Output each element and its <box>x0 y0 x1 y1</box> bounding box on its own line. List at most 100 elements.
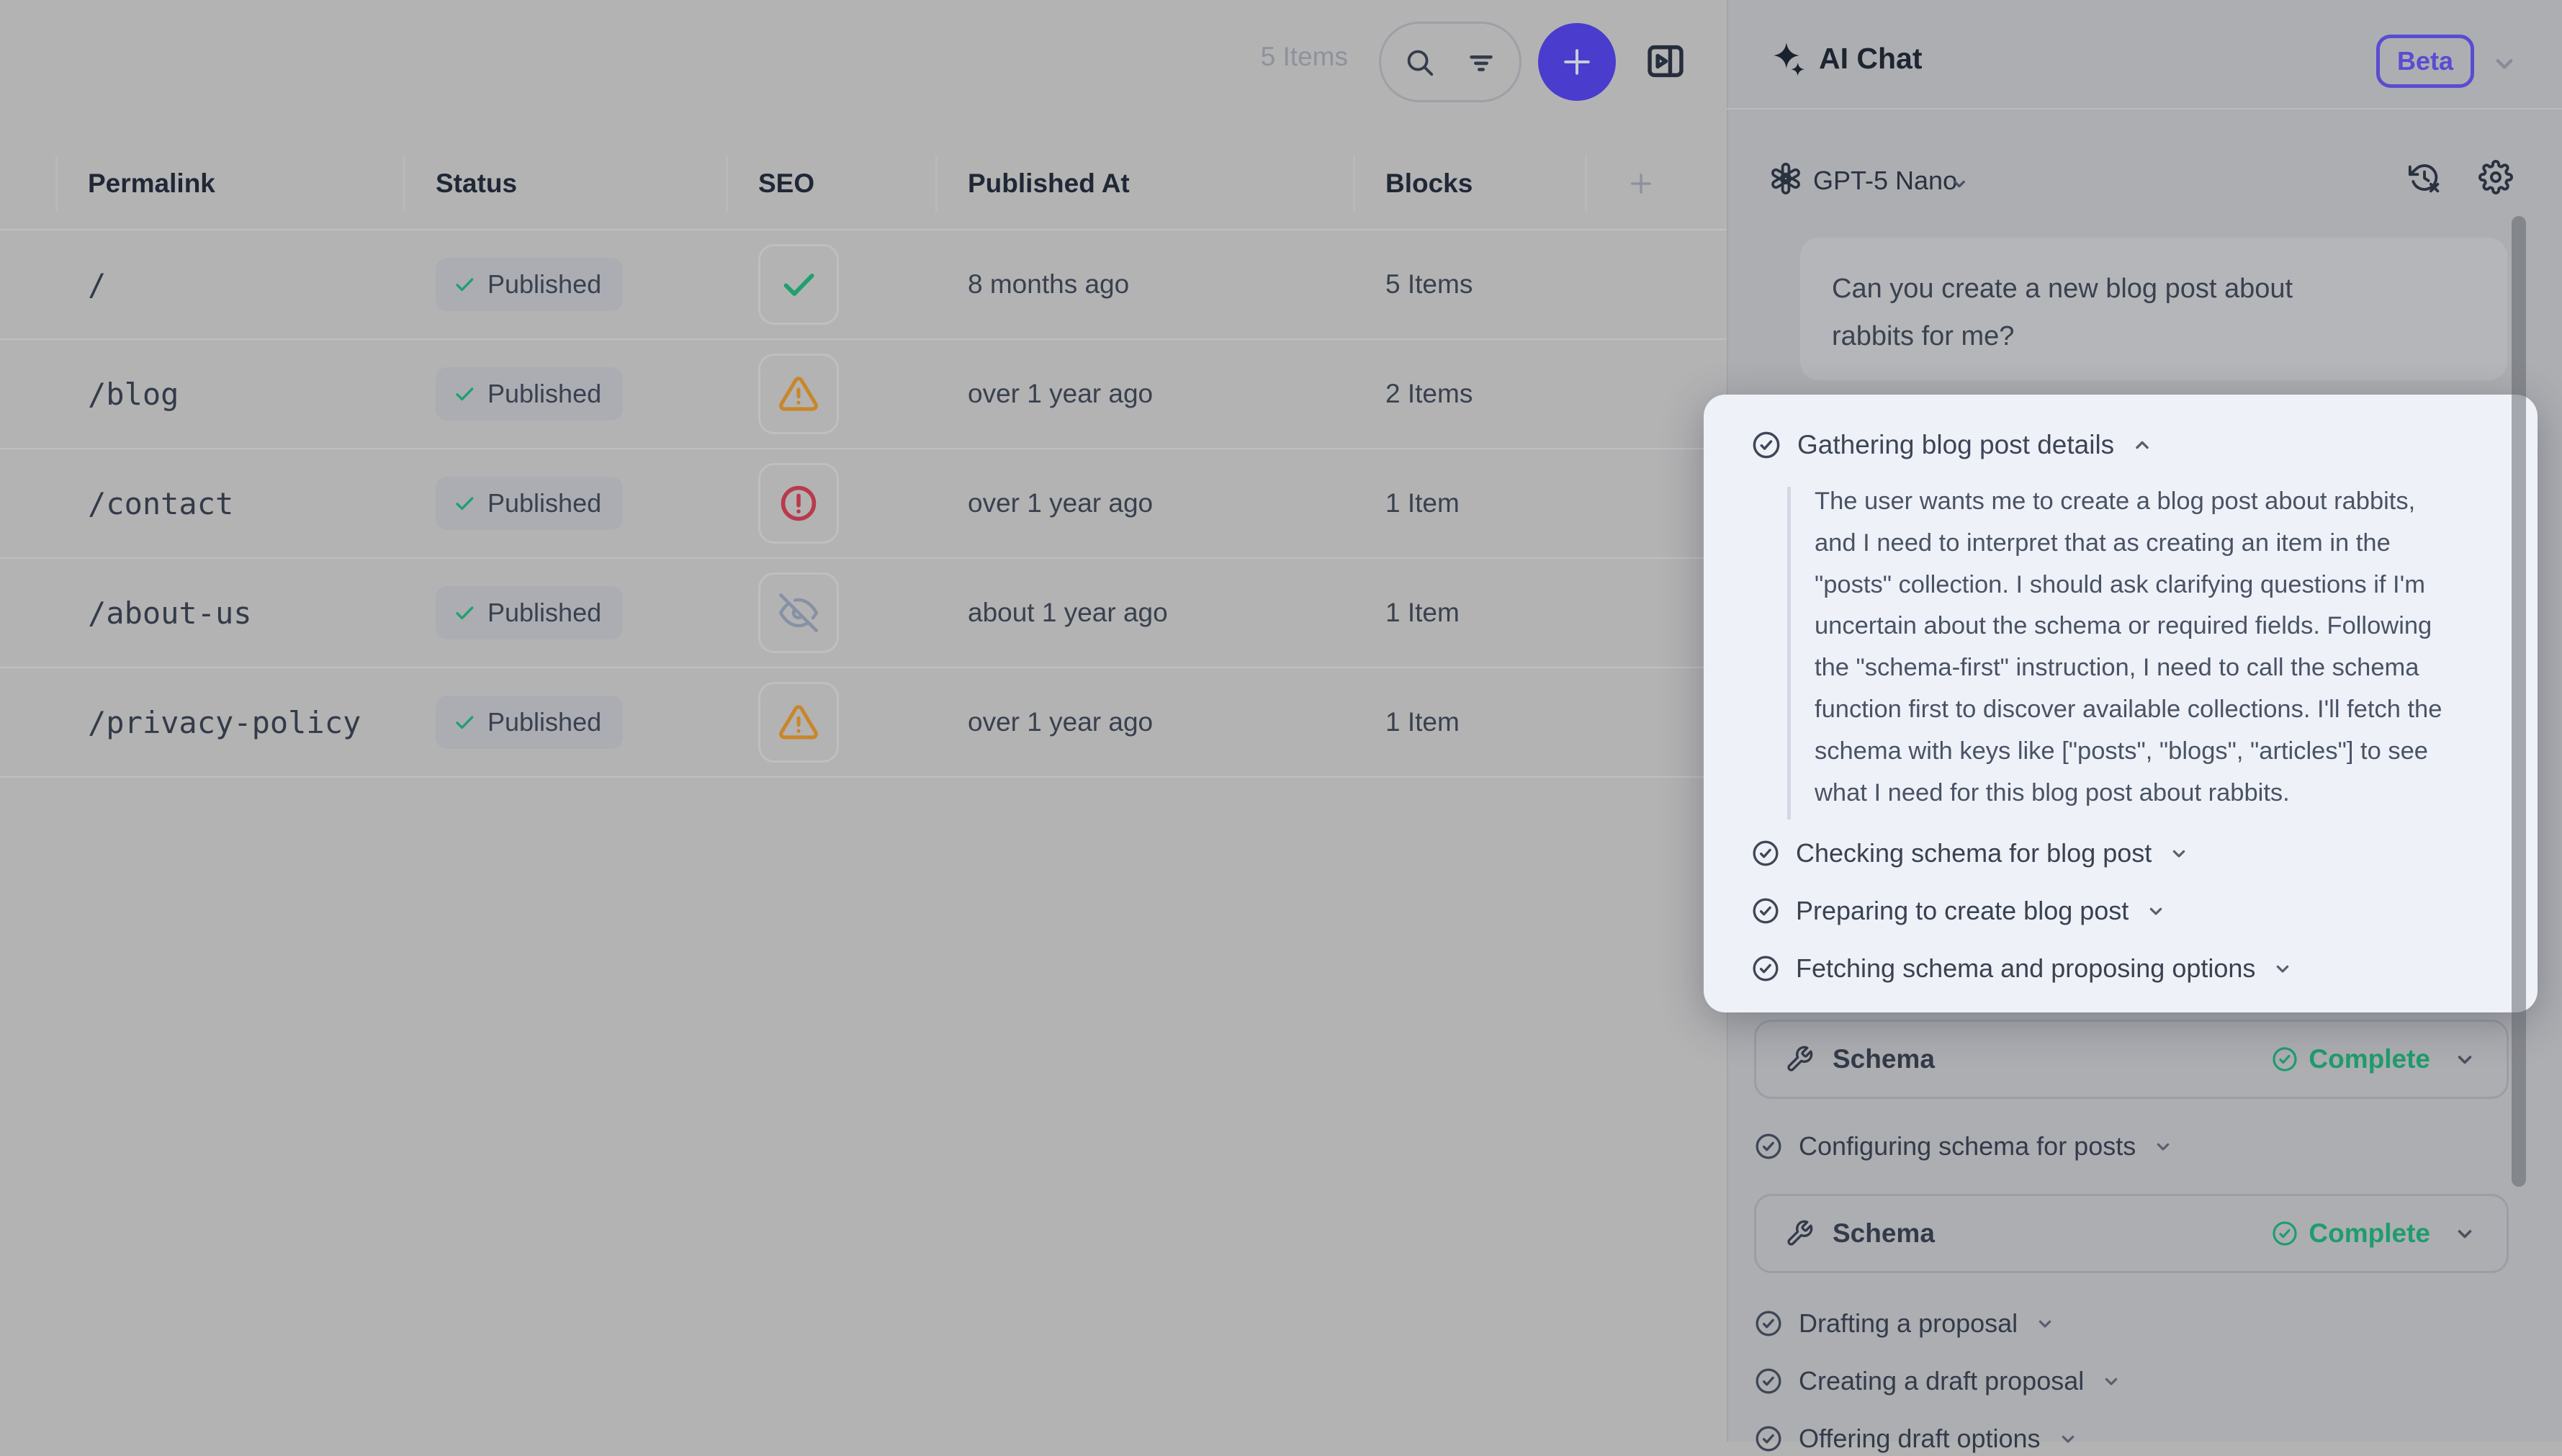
thinking-step-label: Drafting a proposal <box>1799 1308 2018 1339</box>
thinking-step-label: Fetching schema and proposing options <box>1796 953 2255 984</box>
model-selector[interactable]: GPT-5 Nano <box>1813 166 1957 196</box>
check-icon <box>453 492 476 515</box>
blocks-count: 5 Items <box>1385 269 1473 300</box>
alert-circle-icon <box>778 483 819 523</box>
search-button[interactable] <box>1403 45 1436 78</box>
clear-history-button[interactable] <box>2408 161 2441 194</box>
thinking-step-label: Configuring schema for posts <box>1799 1131 2136 1161</box>
seo-status-button[interactable] <box>758 244 839 325</box>
thinking-step-collapsed[interactable]: Checking schema for blog post <box>1751 836 2190 871</box>
check-icon <box>453 273 476 296</box>
permalink-value: /privacy-policy <box>88 705 361 740</box>
table-row[interactable]: /contact Published over 1 year ago 1 Ite… <box>0 448 1734 557</box>
chevron-down-icon <box>2152 1135 2175 1158</box>
thinking-step-collapsed[interactable]: Fetching schema and proposing options <box>1751 951 2294 986</box>
status-badge: Published <box>436 586 623 639</box>
table-row[interactable]: /about-us Published about 1 year ago 1 I… <box>0 557 1734 667</box>
permalink-value: / <box>88 267 106 302</box>
blocks-count: 2 Items <box>1385 379 1473 409</box>
blocks-count: 1 Item <box>1385 707 1460 737</box>
thinking-step-collapsed[interactable]: Configuring schema for posts <box>1754 1129 2175 1164</box>
gear-icon <box>2478 160 2513 194</box>
status-badge: Published <box>436 696 623 749</box>
published-at-value: about 1 year ago <box>968 598 1168 628</box>
thinking-step-expanded[interactable]: Gathering blog post details <box>1751 428 2154 462</box>
open-panel-icon <box>1643 39 1688 84</box>
check-circle-icon <box>1754 1132 1783 1161</box>
status-badge: Published <box>436 367 623 421</box>
seo-status-button[interactable] <box>758 572 839 653</box>
beta-badge: Beta <box>2376 35 2474 88</box>
tool-status: Complete <box>2271 1044 2430 1074</box>
tool-name: Schema <box>1833 1044 1935 1074</box>
chevron-down-icon <box>2144 899 2167 922</box>
seo-status-button[interactable] <box>758 354 839 434</box>
chevron-down-icon <box>2167 842 2190 865</box>
check-circle-icon <box>1754 1309 1783 1338</box>
column-header-status[interactable]: Status <box>404 145 727 222</box>
check-circle-icon <box>1751 430 1781 460</box>
add-column-button[interactable] <box>1586 145 1678 222</box>
seo-status-button[interactable] <box>758 682 839 763</box>
thinking-step-collapsed[interactable]: Drafting a proposal <box>1754 1306 2057 1341</box>
blocks-count: 1 Item <box>1385 598 1460 628</box>
plus-icon <box>1626 168 1656 199</box>
toggle-side-panel-button[interactable] <box>1643 39 1688 84</box>
check-circle-icon <box>2271 1046 2298 1073</box>
chevron-down-icon <box>2057 1427 2080 1450</box>
chevron-down-icon <box>2271 957 2294 980</box>
tool-call-schema[interactable]: Schema Complete <box>1754 1020 2509 1099</box>
chevron-down-icon <box>2452 1046 2478 1072</box>
tool-status: Complete <box>2271 1218 2430 1249</box>
plus-icon <box>1558 42 1596 81</box>
chevron-down-icon <box>2489 48 2520 79</box>
chevron-down-icon <box>2100 1370 2123 1393</box>
permalink-value: /about-us <box>88 596 252 631</box>
check-icon <box>453 601 476 624</box>
table-row[interactable]: /blog Published over 1 year ago 2 Items <box>0 338 1734 448</box>
thinking-step-collapsed[interactable]: Creating a draft proposal <box>1754 1364 2123 1398</box>
chevron-down-icon <box>2033 1312 2057 1335</box>
status-badge: Published <box>436 477 623 530</box>
collapse-chat-button[interactable] <box>2489 48 2520 79</box>
published-at-value: over 1 year ago <box>968 488 1153 518</box>
table-row[interactable]: / Published 8 months ago 5 Items <box>0 229 1734 338</box>
search-filter-group <box>1379 22 1522 102</box>
tool-call-schema[interactable]: Schema Complete <box>1754 1194 2509 1273</box>
history-clear-icon <box>2408 161 2441 194</box>
check-circle-icon <box>1751 954 1780 983</box>
chat-settings-button[interactable] <box>2478 160 2513 194</box>
thinking-step-label: Preparing to create blog post <box>1796 896 2129 926</box>
check-circle-icon <box>1751 896 1780 925</box>
filter-button[interactable] <box>1465 45 1498 78</box>
eye-off-icon <box>779 593 818 632</box>
published-at-value: over 1 year ago <box>968 707 1153 737</box>
chevron-down-icon <box>2452 1221 2478 1246</box>
check-circle-icon <box>1754 1367 1783 1396</box>
openai-logo-icon <box>1770 163 1802 194</box>
chat-scrollbar-thumb[interactable] <box>2512 216 2526 1187</box>
status-badge: Published <box>436 258 623 311</box>
add-item-button[interactable] <box>1538 23 1616 101</box>
seo-status-button[interactable] <box>758 463 839 544</box>
chat-header-divider <box>1727 108 2562 109</box>
column-header-blocks[interactable]: Blocks <box>1354 145 1586 222</box>
wrench-icon <box>1785 1045 1814 1074</box>
thinking-step-label: Checking schema for blog post <box>1796 838 2152 868</box>
table-row[interactable]: /privacy-policy Published over 1 year ag… <box>0 667 1734 778</box>
thinking-quote-bar <box>1787 487 1791 819</box>
user-message-line: Can you create a new blog post about <box>1832 265 2507 313</box>
column-header-permalink[interactable]: Permalink <box>56 145 404 222</box>
thinking-step-collapsed[interactable]: Preparing to create blog post <box>1751 894 2167 928</box>
table-body: / Published 8 months ago 5 Items /blog P… <box>0 229 1727 778</box>
thinking-step-label: Gathering blog post details <box>1797 430 2114 460</box>
check-icon <box>453 711 476 734</box>
warning-triangle-icon <box>778 374 819 414</box>
thinking-body-line: schema with keys like ["posts", "blogs",… <box>1815 731 2442 773</box>
chevron-down-icon[interactable] <box>1949 173 1970 194</box>
column-header-published-at[interactable]: Published At <box>936 145 1354 222</box>
thinking-step-collapsed[interactable]: Offering draft options <box>1754 1421 2080 1456</box>
thinking-body-line: function first to discover available col… <box>1815 689 2442 731</box>
table-items-count: 5 Items <box>1261 42 1348 72</box>
column-header-seo[interactable]: SEO <box>727 145 936 222</box>
